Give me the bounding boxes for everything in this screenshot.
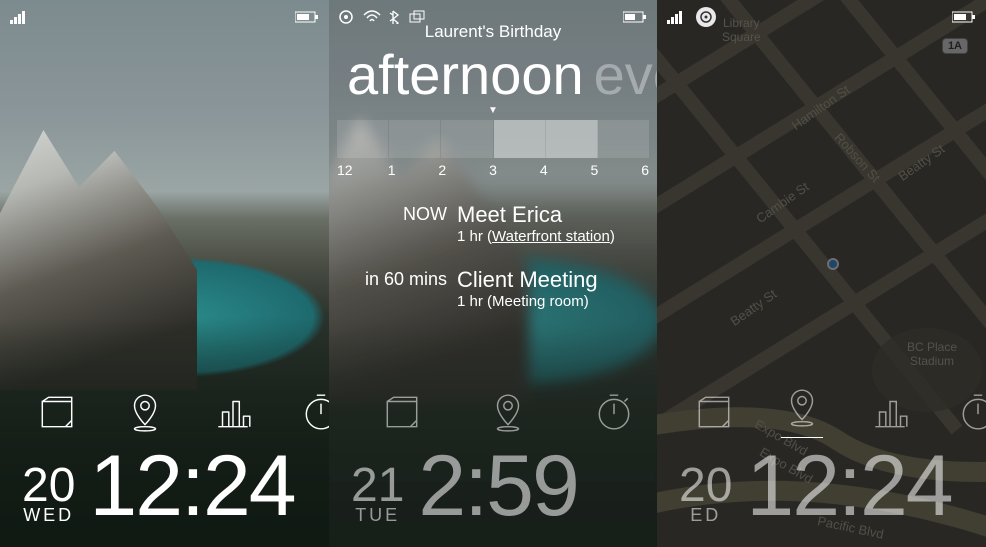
lockscreen-home: 20 WED 12:24	[0, 0, 329, 547]
clock-time: 2:59	[418, 450, 577, 523]
event-subtitle: 1 hr (Meeting room)	[457, 293, 598, 310]
timeline-slot[interactable]	[546, 120, 598, 158]
date-number: 20	[679, 464, 732, 507]
location-icon[interactable]	[124, 391, 166, 438]
stats-icon[interactable]	[869, 391, 911, 438]
event-when: in 60 mins	[347, 267, 447, 310]
period-next: ever	[594, 43, 657, 106]
agenda-area: Laurent's Birthday afternoonever ▼ 12123…	[329, 0, 657, 332]
timeline-slot[interactable]	[337, 120, 389, 158]
event-subtitle: 1 hr (Waterfront station)	[457, 228, 615, 245]
event-item[interactable]: NOW Meet Erica1 hr (Waterfront station)	[347, 202, 639, 245]
dock: 20 ED 12:24	[657, 386, 986, 529]
stopwatch-icon[interactable]	[957, 391, 986, 438]
calendar-icon[interactable]	[693, 391, 735, 438]
date-day: TUE	[351, 507, 404, 523]
date-block: 21 TUE	[351, 464, 404, 523]
hour-label: 6	[641, 162, 649, 178]
period-current: afternoon	[347, 43, 584, 106]
period-heading[interactable]: afternoonever	[329, 42, 657, 107]
event-location[interactable]: Meeting room	[492, 293, 584, 310]
stats-icon[interactable]	[212, 391, 254, 438]
date-day: WED	[22, 507, 75, 523]
timeline-slot[interactable]	[494, 120, 546, 158]
date-block: 20 ED	[679, 464, 732, 523]
hour-label: 5	[591, 162, 642, 178]
date-block: 20 WED	[22, 464, 75, 523]
dock: 21 TUE 2:59	[329, 391, 657, 529]
location-icon[interactable]	[781, 386, 823, 438]
signal-icon	[667, 10, 685, 24]
timeline-pointer-icon: ▼	[329, 105, 657, 116]
hour-label: 1	[388, 162, 439, 178]
timeline-slot[interactable]	[598, 120, 649, 158]
date-number: 21	[351, 464, 404, 507]
signal-icon	[10, 10, 28, 24]
calendar-icon[interactable]	[381, 391, 423, 438]
timeline-slot[interactable]	[441, 120, 493, 158]
event-location[interactable]: Waterfront station	[492, 228, 610, 245]
battery-icon	[295, 11, 319, 23]
event-title: Meet Erica	[457, 202, 615, 228]
lockscreen-map: Hamilton StCambie StBeatty StBeatty StRo…	[657, 0, 986, 547]
timeline-slot[interactable]	[389, 120, 441, 158]
status-bar	[0, 6, 329, 28]
location-icon[interactable]	[487, 391, 529, 438]
stopwatch-icon[interactable]	[300, 391, 329, 438]
hour-label: 12	[337, 162, 388, 178]
stopwatch-icon[interactable]	[593, 391, 635, 438]
timeline[interactable]	[337, 120, 649, 158]
dock: 20 WED 12:24	[0, 391, 329, 529]
battery-icon	[952, 11, 976, 23]
hour-label: 3	[489, 162, 540, 178]
hour-label: 4	[540, 162, 591, 178]
calendar-icon[interactable]	[36, 391, 78, 438]
lockscreen-agenda: Laurent's Birthday afternoonever ▼ 12123…	[329, 0, 657, 547]
agenda-subtitle: Laurent's Birthday	[329, 22, 657, 42]
clock-time: 12:24	[746, 450, 951, 523]
timeline-hours: 12123456	[337, 162, 649, 178]
event-when: NOW	[347, 202, 447, 245]
clock-time: 12:24	[89, 450, 294, 523]
status-bar	[657, 6, 986, 28]
hour-label: 2	[438, 162, 489, 178]
location-indicator-icon	[696, 7, 716, 27]
date-number: 20	[22, 464, 75, 507]
event-item[interactable]: in 60 mins Client Meeting1 hr (Meeting ro…	[347, 267, 639, 310]
event-title: Client Meeting	[457, 267, 598, 293]
event-list: NOW Meet Erica1 hr (Waterfront station) in…	[347, 202, 639, 310]
